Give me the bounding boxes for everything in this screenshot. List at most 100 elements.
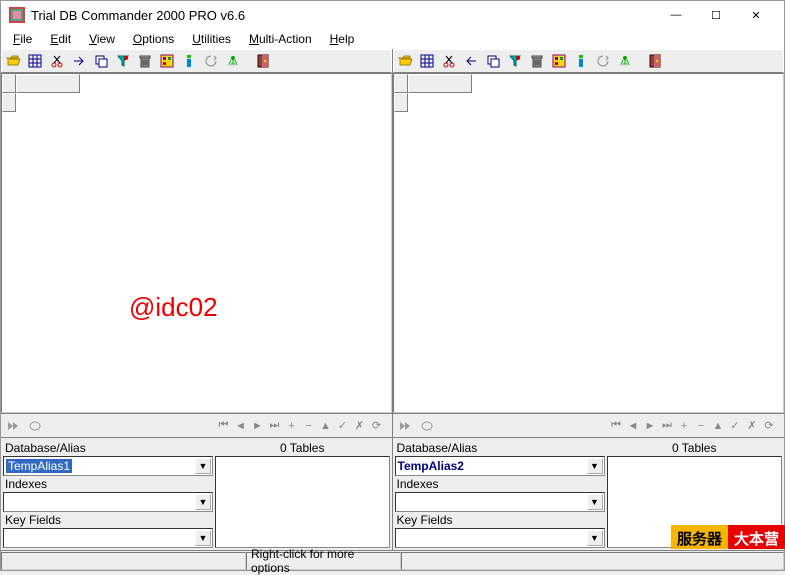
grid-col-header[interactable] <box>408 74 472 93</box>
indexes-combo[interactable]: ▼ <box>3 492 213 512</box>
grid-icon[interactable] <box>26 52 44 70</box>
refresh-nav-icon[interactable]: ⟳ <box>762 419 776 433</box>
last-icon[interactable]: ⏭ <box>660 419 674 433</box>
nav-btn-1[interactable] <box>3 417 23 435</box>
badge-left: 服务器 <box>671 525 728 549</box>
idx-label: Indexes <box>395 476 605 492</box>
menu-help[interactable]: Help <box>322 30 363 48</box>
post-icon[interactable]: ✓ <box>336 419 350 433</box>
edit-icon[interactable]: ▲ <box>319 419 333 433</box>
left-navbar: ⏮ ◄ ► ⏭ + − ▲ ✓ ✗ ⟳ <box>1 413 392 437</box>
trash-icon[interactable] <box>528 52 546 70</box>
left-grid[interactable]: @idc02 <box>1 73 392 413</box>
indexes-combo[interactable]: ▼ <box>395 492 605 512</box>
copy-icon[interactable] <box>484 52 502 70</box>
source-badge: 服务器 大本营 <box>671 525 785 549</box>
right-pane: ⏮ ◄ ► ⏭ + − ▲ ✓ ✗ ⟳ Database/Alias TempA… <box>393 49 785 550</box>
menu-options[interactable]: Options <box>125 30 182 48</box>
trash-icon[interactable] <box>136 52 154 70</box>
db-label: Database/Alias <box>395 440 605 456</box>
menu-multiaction[interactable]: Multi-Action <box>241 30 320 48</box>
left-toolbar <box>1 49 392 73</box>
next-icon[interactable]: ► <box>251 419 265 433</box>
grid-row-header[interactable] <box>2 93 16 112</box>
key-label: Key Fields <box>3 512 213 528</box>
status-hint: Right-click for more options <box>246 552 401 570</box>
open-icon[interactable] <box>4 52 22 70</box>
refresh-icon[interactable] <box>202 52 220 70</box>
idx-label: Indexes <box>3 476 213 492</box>
exit-icon[interactable] <box>254 52 272 70</box>
chevron-down-icon[interactable]: ▼ <box>587 494 603 510</box>
db-alias-combo[interactable]: TempAlias2▼ <box>395 456 605 476</box>
grid-icon[interactable] <box>418 52 436 70</box>
info-icon[interactable] <box>572 52 590 70</box>
cancel-icon[interactable]: ✗ <box>353 419 367 433</box>
menubar: File Edit View Options Utilities Multi-A… <box>1 29 784 49</box>
db-alias-combo[interactable]: TempAlias1▼ <box>3 456 213 476</box>
close-button[interactable]: ✕ <box>736 3 776 27</box>
keyfields-combo[interactable]: ▼ <box>395 528 605 548</box>
chevron-down-icon[interactable]: ▼ <box>195 530 211 546</box>
left-db-area: Database/Alias TempAlias1▼ Indexes ▼ Key… <box>1 437 392 550</box>
filter-icon[interactable] <box>114 52 132 70</box>
first-icon[interactable]: ⏮ <box>217 419 231 433</box>
left-pane: @idc02 ⏮ ◄ ► ⏭ + − ▲ ✓ ✗ ⟳ <box>1 49 393 550</box>
edit-icon[interactable]: ▲ <box>711 419 725 433</box>
maximize-button[interactable]: ☐ <box>696 3 736 27</box>
delete-icon[interactable]: − <box>302 419 316 433</box>
menu-view[interactable]: View <box>81 30 123 48</box>
grid-corner <box>394 74 408 93</box>
cancel-icon[interactable]: ✗ <box>745 419 759 433</box>
watermark-text: @idc02 <box>129 292 218 323</box>
run-icon[interactable] <box>224 52 242 70</box>
minimize-button[interactable]: — <box>656 3 696 27</box>
refresh-nav-icon[interactable]: ⟳ <box>370 419 384 433</box>
first-icon[interactable]: ⏮ <box>609 419 623 433</box>
grid-col-header[interactable] <box>16 74 80 93</box>
nav-btn-1[interactable] <box>395 417 415 435</box>
chevron-down-icon[interactable]: ▼ <box>195 494 211 510</box>
menu-file[interactable]: File <box>5 30 40 48</box>
record-nav: ⏮ ◄ ► ⏭ + − ▲ ✓ ✗ ⟳ <box>609 419 776 433</box>
key-label: Key Fields <box>395 512 605 528</box>
post-icon[interactable]: ✓ <box>728 419 742 433</box>
copy-icon[interactable] <box>92 52 110 70</box>
chevron-down-icon[interactable]: ▼ <box>587 530 603 546</box>
next-icon[interactable]: ► <box>643 419 657 433</box>
right-grid[interactable] <box>393 73 785 413</box>
prev-icon[interactable]: ◄ <box>626 419 640 433</box>
tables-list[interactable] <box>215 456 390 548</box>
refresh-icon[interactable] <box>594 52 612 70</box>
properties-icon[interactable] <box>158 52 176 70</box>
cut-icon[interactable] <box>440 52 458 70</box>
delete-icon[interactable]: − <box>694 419 708 433</box>
run-icon[interactable] <box>616 52 634 70</box>
arrow-left-icon[interactable] <box>462 52 480 70</box>
tables-header: 0 Tables <box>215 440 390 456</box>
exit-icon[interactable] <box>646 52 664 70</box>
last-icon[interactable]: ⏭ <box>268 419 282 433</box>
nav-btn-2[interactable] <box>417 417 437 435</box>
arrow-right-icon[interactable] <box>70 52 88 70</box>
filter-icon[interactable] <box>506 52 524 70</box>
add-icon[interactable]: + <box>677 419 691 433</box>
chevron-down-icon[interactable]: ▼ <box>587 458 603 474</box>
tables-header: 0 Tables <box>607 440 783 456</box>
keyfields-combo[interactable]: ▼ <box>3 528 213 548</box>
grid-row-header[interactable] <box>394 93 408 112</box>
menu-utilities[interactable]: Utilities <box>184 30 239 48</box>
cut-icon[interactable] <box>48 52 66 70</box>
add-icon[interactable]: + <box>285 419 299 433</box>
properties-icon[interactable] <box>550 52 568 70</box>
grid-corner <box>2 74 16 93</box>
chevron-down-icon[interactable]: ▼ <box>195 458 211 474</box>
status-cell-3 <box>401 552 784 570</box>
info-icon[interactable] <box>180 52 198 70</box>
prev-icon[interactable]: ◄ <box>234 419 248 433</box>
open-icon[interactable] <box>396 52 414 70</box>
nav-btn-2[interactable] <box>25 417 45 435</box>
statusbar: Right-click for more options <box>1 550 784 570</box>
menu-edit[interactable]: Edit <box>42 30 79 48</box>
window-title: Trial DB Commander 2000 PRO v6.6 <box>31 8 656 23</box>
